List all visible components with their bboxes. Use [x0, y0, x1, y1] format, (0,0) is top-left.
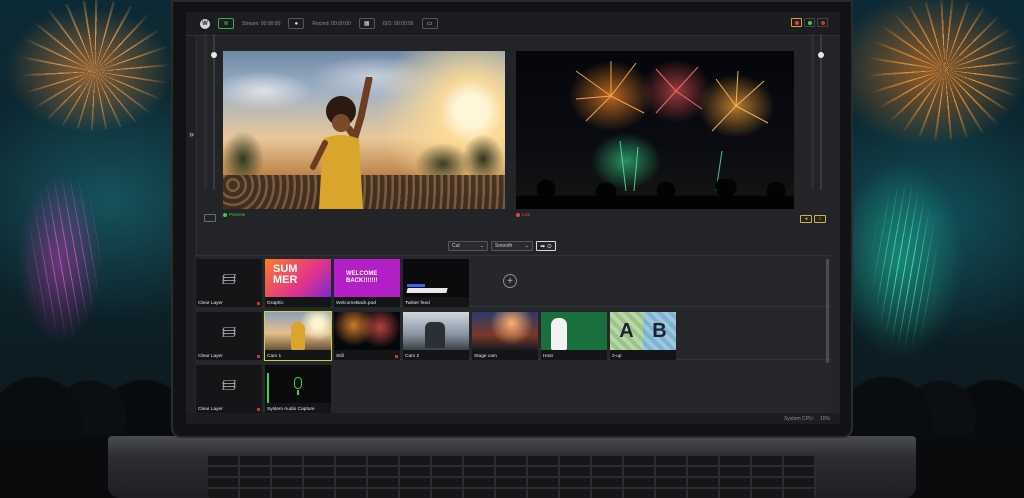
stream-timer: Stream: 00:00:00: [242, 20, 281, 27]
firework-left: [10, 0, 180, 130]
layer-row-2: Clear Layer Cam 1 Still Cam 2 Stage cam …: [195, 309, 831, 361]
laptop-keyboard: [208, 454, 816, 498]
top-toolbar: W ≋ Stream: 00:00:00 ● Record: 00:00:00 …: [186, 12, 840, 36]
twitter-banner-accent: [407, 284, 425, 287]
microphone-icon: [294, 377, 302, 389]
preview-mute-button[interactable]: [204, 214, 216, 222]
stream-signal-icon[interactable]: ≋: [218, 18, 234, 29]
status-indicator-green[interactable]: [804, 18, 815, 27]
layer-row-1: Clear Layer SUM MER Graphic WELCOME BACK…: [195, 256, 831, 307]
layer-tile-selected[interactable]: Cam 1: [264, 311, 332, 361]
crowd-right: [850, 368, 1024, 438]
window-status-controls: [791, 18, 828, 27]
preview-volume-fader[interactable]: [211, 34, 217, 190]
transition-speed-value: Smooth: [495, 243, 513, 249]
transition-speed-select[interactable]: Smooth ⌄: [491, 241, 533, 251]
transition-controls: Cut ⌄ Smooth ⌄ ➡ ⊙: [448, 241, 556, 251]
layer-tile[interactable]: Clear Layer: [196, 259, 262, 307]
chevron-down-icon: ⌄: [479, 243, 484, 249]
tile-name: Graphic: [267, 301, 284, 306]
audio-meter-bar: [267, 373, 269, 403]
layers-icon: [222, 326, 236, 337]
preview-monitor[interactable]: [223, 51, 505, 209]
record-timer: Record: 00:00:00: [312, 20, 351, 27]
status-indicator-red-2[interactable]: [817, 18, 828, 27]
go-transition-button[interactable]: ➡ ⊙: [536, 241, 556, 251]
program-monitor[interactable]: [516, 51, 794, 209]
cpu-value: 10%: [819, 415, 830, 422]
app-logo-icon[interactable]: W: [200, 18, 210, 29]
twitter-banner: [406, 288, 448, 293]
microphone-stand-icon: [297, 390, 299, 395]
layers-icon: [222, 273, 236, 284]
two-up-a: A: [610, 312, 643, 350]
layer-tile[interactable]: SUM MER Graphic: [265, 259, 331, 307]
layer-row-3: Clear Layer System Audio Capture: [195, 362, 831, 413]
tile-name: Clear Layer: [198, 301, 223, 306]
record-button[interactable]: ●: [288, 18, 305, 29]
app-window: W ≋ Stream: 00:00:00 ● Record: 00:00:00 …: [186, 12, 840, 424]
tile-name: Stage cam: [474, 354, 497, 359]
live-label: Live: [516, 212, 530, 217]
summer-graphic: SUM MER: [273, 264, 297, 286]
add-layer-button[interactable]: +: [503, 274, 517, 288]
display-output-icon[interactable]: ▭: [421, 18, 438, 29]
layer-tile[interactable]: Host: [541, 312, 607, 360]
expand-sidebar-icon[interactable]: »: [186, 129, 197, 139]
layers-scrollbar[interactable]: [826, 259, 829, 363]
tile-name: Clear Layer: [198, 407, 223, 412]
preview-label: Preview: [223, 212, 245, 217]
preview-label-text: Preview: [229, 212, 246, 217]
layer-tile[interactable]: Clear Layer: [196, 365, 262, 413]
chevron-down-icon: ⌄: [524, 243, 529, 249]
cpu-label: System CPU:: [783, 415, 814, 422]
live-label-text: Live: [522, 212, 531, 217]
iso-record-button[interactable]: ▦: [358, 18, 375, 29]
program-crowd-silhouette: [516, 179, 794, 209]
speaker-icon[interactable]: ◂: [800, 215, 812, 223]
firework-right-green: [870, 180, 940, 350]
marketing-scene: W ≋ Stream: 00:00:00 ● Record: 00:00:00 …: [0, 0, 1024, 498]
tile-name: Host: [543, 354, 553, 359]
cam1-person: [291, 322, 305, 350]
tile-name: WelcomeBack.pod: [336, 301, 376, 306]
transition-type-value: Cut: [452, 243, 460, 249]
cam2-subject: [425, 322, 445, 348]
iso-timer: ISO: 00:00:00: [382, 20, 414, 27]
welcome-text-b: BACK!!!!!!!: [346, 278, 378, 284]
transition-type-select[interactable]: Cut ⌄: [448, 241, 488, 251]
layer-tile[interactable]: Cam 2: [403, 312, 469, 360]
tile-name: Cam 1: [267, 354, 282, 359]
preview-dancer: [310, 77, 373, 209]
two-up-b: B: [643, 312, 676, 350]
firework-right: [860, 0, 1024, 140]
layer-tile[interactable]: Stage cam: [472, 312, 538, 360]
summer-text-b: MER: [273, 274, 298, 286]
firework-left-pink: [25, 170, 105, 340]
layer-tile[interactable]: Clear Layer: [196, 312, 262, 360]
program-audio-meter: [811, 34, 814, 190]
status-indicator-red[interactable]: [791, 18, 802, 27]
tile-name: Cam 2: [405, 354, 420, 359]
crowd-left: [0, 368, 180, 438]
tile-name: Clear Layer: [198, 354, 223, 359]
layer-tile[interactable]: System Audio Capture: [265, 365, 331, 413]
layers-icon: [222, 379, 236, 390]
layer-tile[interactable]: Twitter feed: [403, 259, 469, 307]
headphones-icon[interactable]: ∩: [814, 215, 826, 223]
tile-name: System Audio Capture: [267, 407, 315, 412]
layer-tile[interactable]: Still: [334, 312, 400, 360]
welcome-text-a: WELCOME: [346, 271, 378, 277]
layer-tile[interactable]: A B 2-up: [610, 312, 676, 360]
program-volume-fader[interactable]: [818, 34, 824, 190]
tile-name: Still: [336, 354, 344, 359]
status-bar: System CPU: 10%: [186, 413, 840, 424]
host-person: [551, 318, 567, 350]
layer-tile[interactable]: WELCOME BACK!!!!!!! WelcomeBack.pod: [334, 259, 400, 307]
tile-name: 2-up: [612, 354, 622, 359]
preview-audio-meter: [204, 34, 207, 190]
tile-name: Twitter feed: [405, 301, 430, 306]
welcome-graphic: WELCOME BACK!!!!!!!: [346, 271, 377, 285]
layers-panel: Clear Layer SUM MER Graphic WELCOME BACK…: [195, 255, 831, 413]
